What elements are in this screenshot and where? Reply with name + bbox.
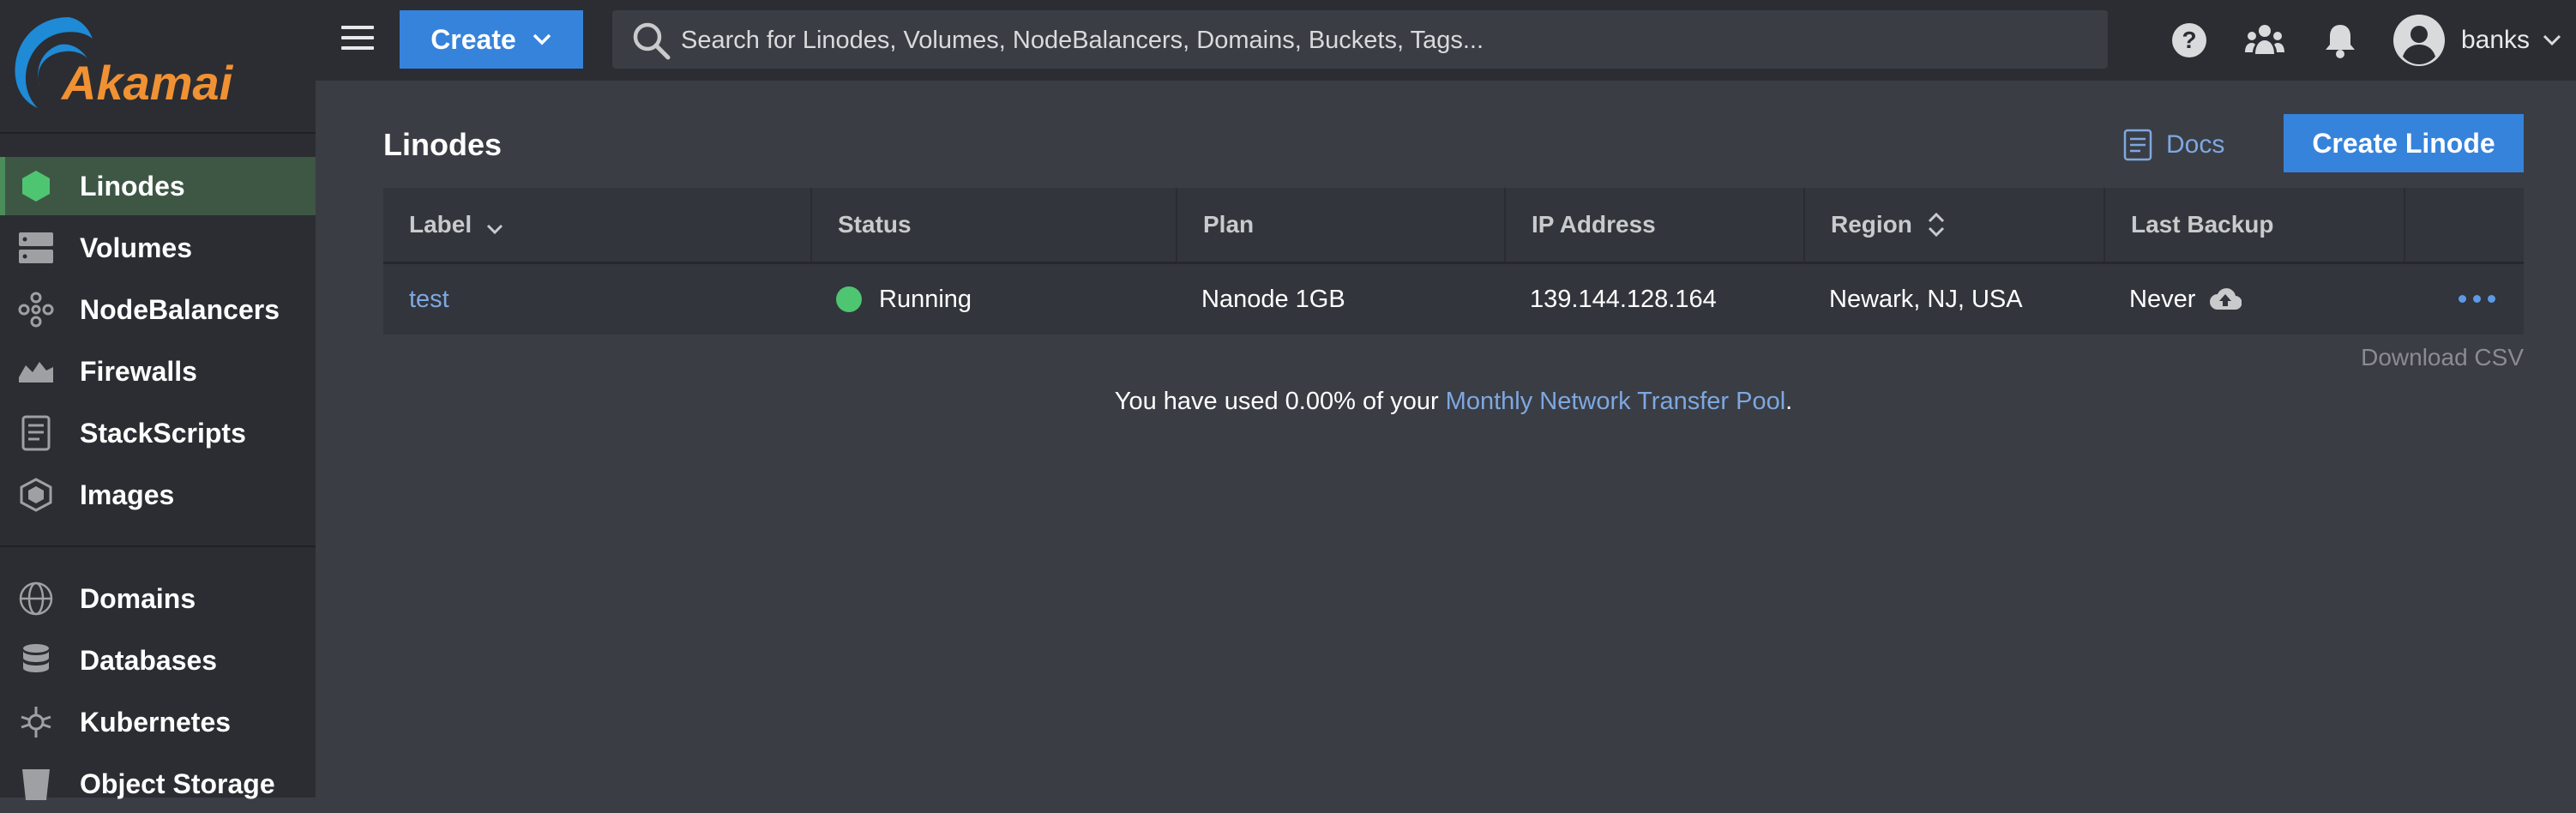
logo-text: Akamai [62,56,233,110]
column-header-region[interactable]: Region [1805,188,2105,262]
plan-cell: Nanode 1GB [1201,285,1345,313]
chevron-down-icon [2543,34,2561,46]
create-linode-button[interactable]: Create Linode [2284,114,2524,172]
sidebar-item-label: StackScripts [80,417,246,449]
kubernetes-icon [17,703,55,741]
sidebar-item-domains[interactable]: Domains [0,569,316,628]
search-icon [633,22,671,60]
page-title: Linodes [383,127,503,162]
volumes-icon [17,229,55,267]
community-icon[interactable] [2243,19,2286,62]
column-header-plan[interactable]: Plan [1177,188,1506,262]
sidebar-item-label: Linodes [80,170,185,202]
sidebar-item-databases[interactable]: Databases [0,631,316,690]
sidebar-item-kubernetes[interactable]: Kubernetes [0,693,316,751]
linode-label-link[interactable]: test [409,264,449,334]
status-running-indicator [836,286,862,312]
column-header-status[interactable]: Status [812,188,1177,262]
firewalls-icon [17,352,55,390]
cloud-upload-icon[interactable] [2209,287,2242,311]
docs-icon [2123,129,2152,161]
search-input[interactable] [679,10,2089,70]
sidebar-item-volumes[interactable]: Volumes [0,219,316,277]
databases-icon [17,641,55,679]
notifications-bell-icon[interactable] [2319,19,2362,62]
sidebar-item-label: Databases [80,644,218,676]
create-button-label: Create [430,23,516,55]
status-cell: Running [836,264,972,334]
create-button[interactable]: Create [400,10,583,69]
sort-icon [1928,212,1944,238]
sidebar-item-images[interactable]: Images [0,466,316,524]
sidebar-item-object-storage[interactable]: Object Storage [0,755,316,813]
sidebar-item-linodes[interactable]: Linodes [0,157,316,215]
column-header-label[interactable]: Label [383,188,812,262]
sidebar-item-label: Firewalls [80,355,197,387]
nodebalancers-icon [17,291,55,328]
network-usage-notice: You have used 0.00% of your Monthly Netw… [1114,388,1793,415]
avatar-icon [2393,15,2445,66]
docs-label: Docs [2166,130,2225,159]
sidebar-item-label: Images [80,479,175,510]
sidebar-item-nodebalancers[interactable]: NodeBalancers [0,280,316,339]
sidebar-item-label: NodeBalancers [80,293,280,325]
last-backup-cell: Never [2129,264,2242,334]
search-bar [612,10,2108,70]
images-icon [17,476,55,514]
stackscripts-icon [17,414,55,452]
object-storage-icon [17,765,55,803]
menu-toggle-icon[interactable] [341,26,376,53]
sidebar-item-label: Volumes [80,232,192,263]
akamai-logo[interactable]: Akamai [9,10,266,113]
sidebar-item-label: Kubernetes [80,706,232,738]
svg-text:?: ? [2182,27,2196,53]
help-icon[interactable]: ? [2168,19,2211,62]
linodes-table: Label Status Plan IP Address Region Last… [383,188,2524,334]
sidebar-divider [0,545,316,547]
domains-icon [17,580,55,617]
network-transfer-pool-link[interactable]: Monthly Network Transfer Pool [1446,388,1785,415]
sidebar-item-label: Domains [80,582,196,614]
docs-link[interactable]: Docs [2123,127,2224,163]
column-header-last-backup[interactable]: Last Backup [2105,188,2405,262]
download-csv-link[interactable]: Download CSV [2361,344,2524,371]
ip-address-cell: 139.144.128.164 [1530,285,1717,313]
table-header: Label Status Plan IP Address Region Last… [383,188,2524,264]
user-menu[interactable]: banks [2392,12,2562,69]
region-cell: Newark, NJ, USA [1829,285,2023,313]
chevron-down-icon [533,33,551,45]
column-header-ip-address[interactable]: IP Address [1506,188,1805,262]
linodes-icon [17,167,55,205]
sort-descending-icon [487,224,503,235]
table-row: test Running Nanode 1GB 139.144.128.164 … [383,264,2524,334]
sidebar-item-label: Object Storage [80,768,275,799]
row-actions-menu-icon[interactable] [2459,290,2510,307]
username: banks [2461,26,2531,54]
top-bar: Create ? banks [316,0,2576,81]
sidebar-divider [0,132,316,134]
